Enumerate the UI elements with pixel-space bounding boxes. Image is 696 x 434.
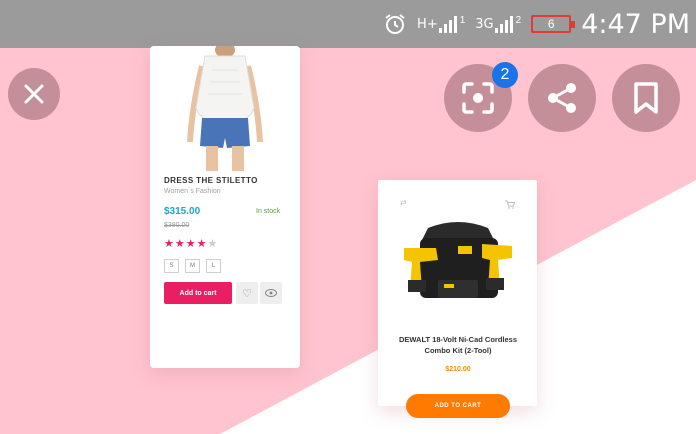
stock-status: In stock: [256, 208, 281, 215]
signal-sim2: 3G 2: [475, 14, 521, 34]
star-icon: ★: [207, 238, 219, 250]
product-old-price: $380.00: [164, 222, 190, 229]
product-category: Women`s Fashion: [164, 188, 221, 195]
battery-level: 6: [531, 15, 576, 33]
size-option-m[interactable]: M: [185, 259, 200, 273]
add-to-cart-button[interactable]: Add to cart: [164, 282, 232, 304]
sim-number: 1: [459, 15, 466, 26]
bookmark-button[interactable]: [612, 64, 680, 132]
notification-badge: 2: [492, 62, 518, 88]
product-card-dress: DRESS THE STILETTO Women`s Fashion $315.…: [150, 46, 300, 368]
wishlist-button[interactable]: ♡: [236, 282, 258, 304]
quick-view-button[interactable]: [260, 282, 282, 304]
bookmark-icon: [634, 82, 658, 114]
size-option-s[interactable]: S: [164, 259, 179, 273]
close-icon: [24, 84, 44, 104]
sim-number: 2: [515, 15, 522, 26]
alarm-icon: [383, 12, 407, 36]
heart-icon: ♡: [242, 287, 252, 300]
eye-icon: [265, 289, 277, 297]
size-option-l[interactable]: L: [206, 259, 221, 273]
star-icon: ★: [185, 238, 197, 250]
star-icon: ★: [196, 238, 208, 250]
star-icon: ★: [164, 238, 175, 250]
star-icon: ★: [174, 238, 186, 250]
product-title[interactable]: DEWALT 18-Volt Ni-Cad Cordless Combo Kit…: [392, 334, 524, 356]
product-price: $210.00: [445, 366, 471, 373]
product-price: $315.00: [164, 206, 201, 217]
product-image-drill-kit: [404, 222, 512, 298]
clock: 4:47 PM: [581, 8, 690, 40]
share-icon: [548, 83, 576, 113]
signal-icon: [438, 16, 457, 33]
battery-icon: 6: [531, 15, 576, 33]
cart-icon[interactable]: [505, 200, 515, 209]
status-bar: H+ 1 3G 2 6 4:47 PM: [0, 0, 696, 48]
signal-icon: [494, 16, 513, 33]
network-type-label: 3G: [475, 16, 494, 32]
compare-icon[interactable]: ⇄: [400, 198, 407, 207]
rating-stars: ★★★★★: [164, 237, 218, 250]
share-button[interactable]: [528, 64, 596, 132]
product-title[interactable]: DRESS THE STILETTO: [164, 176, 258, 185]
signal-sim1: H+ 1: [417, 14, 465, 34]
lens-icon: [462, 82, 494, 114]
close-button[interactable]: [8, 68, 60, 120]
add-to-cart-button[interactable]: ADD TO CART: [406, 394, 510, 418]
network-type-label: H+: [417, 16, 438, 32]
product-image-dress: [187, 46, 263, 171]
